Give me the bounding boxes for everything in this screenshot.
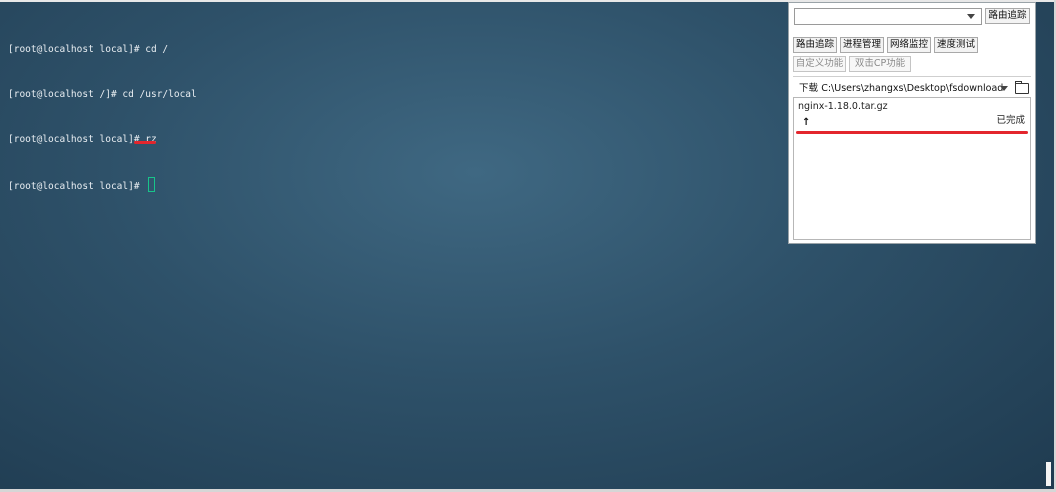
terminal-line-text: [root@localhost /]# cd /usr/local bbox=[8, 89, 197, 100]
tool-panel: 路由追踪 路由追踪 进程管理 网络监控 速度测试 自定义功能 双击CP功能 下载… bbox=[788, 2, 1036, 244]
red-underline-annotation bbox=[796, 131, 1028, 134]
tab-speed-test[interactable]: 速度测试 bbox=[934, 37, 978, 53]
chevron-down-icon[interactable] bbox=[967, 14, 975, 19]
terminal-prompt-line: [root@localhost local]# bbox=[8, 177, 197, 192]
terminal-line: [root@localhost /]# cd /usr/local bbox=[8, 87, 197, 102]
transfer-list[interactable]: nginx-1.18.0.tar.gz ↑ 已完成 bbox=[793, 97, 1031, 240]
route-trace-button[interactable]: 路由追踪 bbox=[985, 8, 1030, 24]
host-select[interactable] bbox=[794, 8, 982, 25]
terminal-line: [root@localhost local]# cd / bbox=[8, 42, 197, 57]
transfer-status: 已完成 bbox=[996, 115, 1025, 126]
double-click-cp-button[interactable]: 双击CP功能 bbox=[849, 56, 911, 72]
chevron-down-icon[interactable] bbox=[1000, 86, 1008, 91]
scrollbar-thumb[interactable] bbox=[1046, 462, 1051, 486]
red-underline-annotation bbox=[134, 141, 156, 144]
terminal-line: [root@localhost local]# rz bbox=[8, 132, 197, 147]
tab-network-monitor[interactable]: 网络监控 bbox=[887, 37, 931, 53]
terminal-line-text: [root@localhost local]# bbox=[8, 181, 146, 192]
terminal-output[interactable]: [root@localhost local]# cd / [root@local… bbox=[8, 12, 197, 207]
tab-process-manager[interactable]: 进程管理 bbox=[840, 37, 884, 53]
download-label: 下载 bbox=[799, 83, 819, 94]
folder-icon[interactable] bbox=[1015, 81, 1029, 94]
terminal-cursor bbox=[148, 177, 156, 192]
divider bbox=[793, 76, 1031, 77]
download-path-row[interactable]: 下载 C:\Users\zhangxs\Desktop\fsdownload bbox=[799, 81, 1031, 96]
transfer-file-name: nginx-1.18.0.tar.gz bbox=[798, 101, 888, 112]
tab-route-trace[interactable]: 路由追踪 bbox=[793, 37, 837, 53]
download-path: C:\Users\zhangxs\Desktop\fsdownload bbox=[821, 83, 1004, 94]
custom-function-button[interactable]: 自定义功能 bbox=[793, 56, 846, 72]
upload-arrow-icon: ↑ bbox=[802, 117, 811, 128]
terminal-line-text: [root@localhost local]# cd / bbox=[8, 44, 169, 55]
